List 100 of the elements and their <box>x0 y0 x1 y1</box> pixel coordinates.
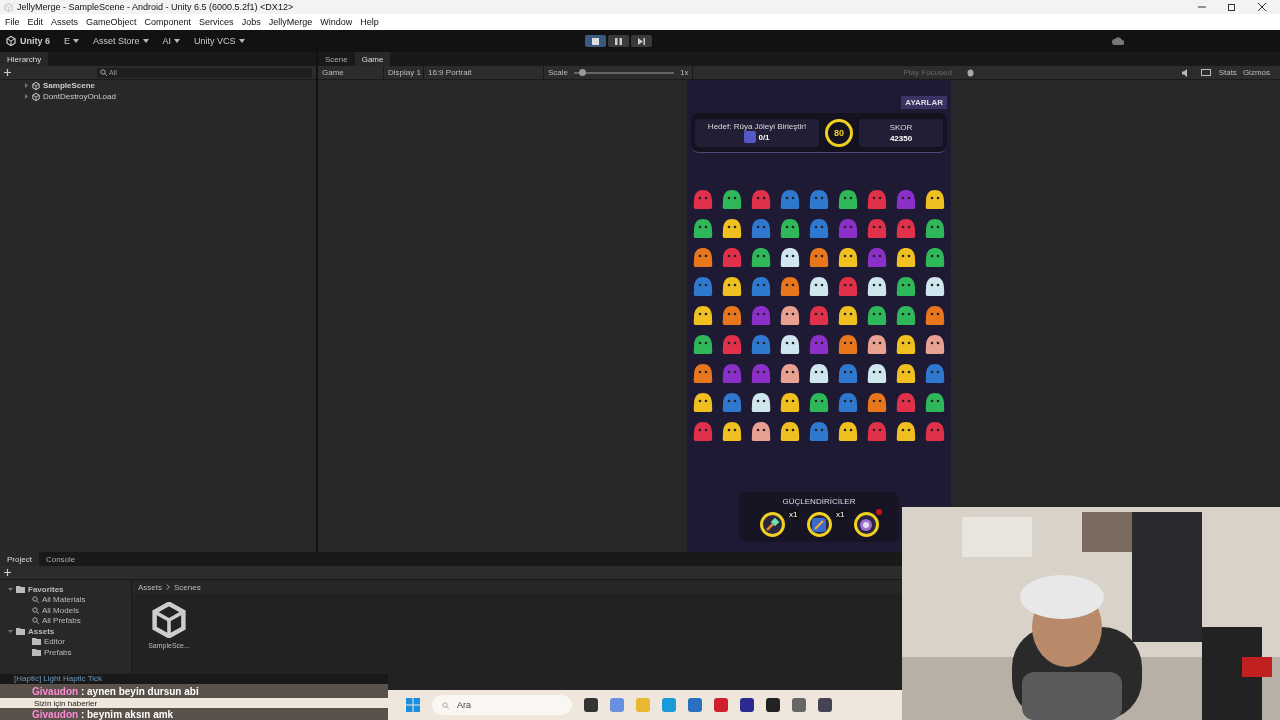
jelly-icon[interactable] <box>808 276 830 297</box>
jelly-icon[interactable] <box>750 421 772 442</box>
settings-button[interactable]: AYARLAR <box>901 96 947 109</box>
breadcrumb-item[interactable]: Scenes <box>174 582 201 592</box>
jelly-icon[interactable] <box>895 276 917 297</box>
menu-item[interactable]: Help <box>357 17 382 27</box>
jelly-icon[interactable] <box>721 305 743 326</box>
menu-item[interactable]: Services <box>196 17 237 27</box>
menu-item[interactable]: Component <box>141 17 195 27</box>
booster-button[interactable] <box>806 512 832 537</box>
tree-item[interactable]: All Materials <box>42 595 86 605</box>
stop-button[interactable] <box>584 35 606 47</box>
jelly-icon[interactable] <box>924 218 946 239</box>
account-menu[interactable]: Unity 6 <box>20 36 50 46</box>
taskbar-app-icon[interactable] <box>818 698 832 712</box>
mode-dropdown[interactable]: Game <box>322 68 344 77</box>
jelly-icon[interactable] <box>895 363 917 384</box>
jelly-icon[interactable] <box>692 218 714 239</box>
tree-item[interactable]: All Prefabs <box>42 616 81 626</box>
view-tab[interactable]: Game <box>354 52 391 66</box>
menu-item[interactable]: File <box>2 17 23 27</box>
minimize-icon[interactable] <box>1198 3 1206 11</box>
jelly-icon[interactable] <box>721 421 743 442</box>
jelly-icon[interactable] <box>924 392 946 413</box>
jelly-icon[interactable] <box>866 305 888 326</box>
display-dropdown[interactable]: Display 1 <box>388 68 421 77</box>
view-tab[interactable]: Scene <box>318 52 355 66</box>
taskbar-app-icon[interactable] <box>740 698 754 712</box>
ai-menu[interactable]: AI <box>162 36 181 46</box>
jelly-icon[interactable] <box>750 247 772 268</box>
jelly-icon[interactable] <box>808 392 830 413</box>
taskbar-search-field[interactable]: Ara <box>432 695 572 715</box>
jelly-icon[interactable] <box>866 363 888 384</box>
booster-button[interactable] <box>853 512 879 537</box>
taskbar-app-icon[interactable] <box>766 698 780 712</box>
cloud-icon[interactable] <box>1112 37 1124 45</box>
jelly-icon[interactable] <box>721 276 743 297</box>
jelly-icon[interactable] <box>895 247 917 268</box>
menu-item[interactable]: Window <box>317 17 356 27</box>
vcs-menu[interactable]: Unity VCS <box>194 36 245 46</box>
close-icon[interactable] <box>1258 3 1266 11</box>
add-icon[interactable] <box>4 69 11 76</box>
restore-icon[interactable] <box>1228 3 1236 11</box>
jelly-icon[interactable] <box>808 363 830 384</box>
jelly-icon[interactable] <box>837 247 859 268</box>
jelly-icon[interactable] <box>779 363 801 384</box>
jelly-icon[interactable] <box>924 305 946 326</box>
windows-start-icon[interactable] <box>406 698 420 712</box>
expand-arrow-icon[interactable] <box>24 83 29 88</box>
jelly-icon[interactable] <box>895 334 917 355</box>
tree-item[interactable]: Editor <box>44 637 65 647</box>
jelly-icon[interactable] <box>866 276 888 297</box>
jelly-icon[interactable] <box>692 363 714 384</box>
tree-item[interactable]: Favorites <box>28 584 64 594</box>
menu-item[interactable]: Edit <box>24 17 47 27</box>
pause-button[interactable] <box>607 35 629 47</box>
menu-item[interactable]: Assets <box>48 17 82 27</box>
jelly-icon[interactable] <box>779 247 801 268</box>
jelly-icon[interactable] <box>924 247 946 268</box>
user-menu[interactable]: E <box>64 36 80 46</box>
taskbar-app-icon[interactable] <box>584 698 598 712</box>
menu-item[interactable]: GameObject <box>83 17 140 27</box>
jelly-icon[interactable] <box>866 334 888 355</box>
jelly-icon[interactable] <box>750 392 772 413</box>
aspect-dropdown[interactable]: 16:9 Portrait <box>428 68 472 77</box>
panel-tab[interactable]: Console <box>38 552 83 566</box>
jelly-icon[interactable] <box>924 334 946 355</box>
hierarchy-item[interactable]: SampleScene <box>43 81 96 90</box>
expand-arrow-icon[interactable] <box>24 94 29 99</box>
jelly-icon[interactable] <box>895 305 917 326</box>
jelly-icon[interactable] <box>895 421 917 442</box>
jelly-icon[interactable] <box>779 305 801 326</box>
expand-arrow-icon[interactable] <box>8 628 13 634</box>
jelly-icon[interactable] <box>721 189 743 210</box>
tree-item[interactable]: All Models <box>42 605 79 615</box>
scale-slider[interactable] <box>574 71 674 74</box>
asset-store-menu[interactable]: Asset Store <box>93 36 149 46</box>
slider-thumb[interactable] <box>579 68 586 76</box>
gizmos-button[interactable]: Gizmos <box>1242 68 1270 77</box>
jelly-icon[interactable] <box>837 305 859 326</box>
step-button[interactable] <box>630 35 652 47</box>
jelly-icon[interactable] <box>866 392 888 413</box>
hierarchy-item[interactable]: DontDestroyOnLoad <box>43 92 116 101</box>
expand-arrow-icon[interactable] <box>8 586 13 592</box>
panel-tab[interactable]: Project <box>0 552 39 566</box>
jelly-icon[interactable] <box>779 218 801 239</box>
jelly-icon[interactable] <box>692 334 714 355</box>
hierarchy-tab[interactable]: Hierarchy <box>0 52 49 66</box>
booster-button[interactable] <box>759 512 785 537</box>
keyboard-icon[interactable] <box>1200 69 1211 76</box>
jelly-icon[interactable] <box>808 247 830 268</box>
jelly-icon[interactable] <box>779 392 801 413</box>
tree-item[interactable]: Assets <box>28 626 55 636</box>
jelly-icon[interactable] <box>692 392 714 413</box>
jelly-icon[interactable] <box>779 276 801 297</box>
breadcrumb-item[interactable]: Assets <box>138 582 162 592</box>
menu-item[interactable]: Jobs <box>238 17 264 27</box>
jelly-icon[interactable] <box>924 189 946 210</box>
jelly-icon[interactable] <box>924 276 946 297</box>
tree-item[interactable]: Prefabs <box>44 647 72 657</box>
